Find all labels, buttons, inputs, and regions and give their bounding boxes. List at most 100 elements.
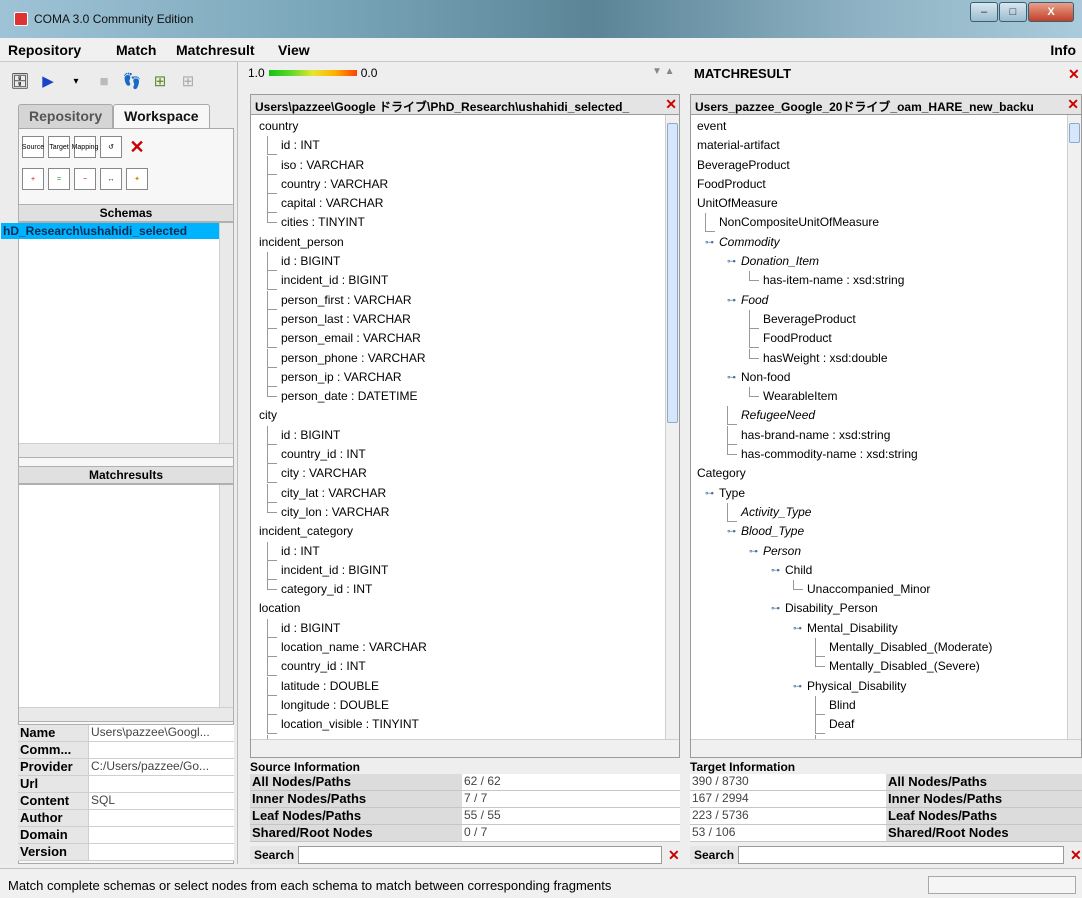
tree-node[interactable]: category_id : INT bbox=[251, 580, 679, 599]
target-hscroll[interactable] bbox=[691, 739, 1081, 757]
tree-node[interactable]: person_phone : VARCHAR bbox=[251, 348, 679, 368]
minimize-button[interactable]: – bbox=[970, 2, 998, 22]
tree-node[interactable]: country_id : INT bbox=[251, 657, 679, 677]
clear-source-search-icon[interactable]: ✕ bbox=[668, 847, 680, 864]
expand-node-icon[interactable]: ⊶ bbox=[727, 295, 736, 304]
tree-node[interactable]: id : BIGINT bbox=[251, 252, 679, 272]
schemas-hscroll[interactable] bbox=[19, 443, 233, 457]
tree-node[interactable]: longitude : DOUBLE bbox=[251, 695, 679, 715]
property-value[interactable] bbox=[88, 776, 234, 792]
source-vscroll[interactable] bbox=[665, 115, 679, 739]
delete-icon[interactable]: ✕ bbox=[126, 136, 148, 158]
menu-info[interactable]: Info bbox=[1050, 42, 1076, 58]
tree-node[interactable]: location bbox=[251, 599, 679, 618]
add-match-icon[interactable]: + bbox=[22, 168, 44, 190]
tree-node[interactable]: BeverageProduct bbox=[691, 309, 1081, 329]
tree-node[interactable]: ⊶ Type bbox=[691, 484, 1081, 503]
tree-node[interactable]: Blind bbox=[691, 695, 1081, 715]
tree-node[interactable]: person_first : VARCHAR bbox=[251, 290, 679, 310]
property-value[interactable] bbox=[88, 742, 234, 758]
tree-node[interactable]: id : BIGINT bbox=[251, 618, 679, 638]
tree-node[interactable]: Unaccompanied_Minor bbox=[691, 580, 1081, 599]
tree-node[interactable]: capital : VARCHAR bbox=[251, 194, 679, 214]
property-value[interactable]: C:/Users/pazzee/Go... bbox=[88, 759, 234, 775]
equal-match-icon[interactable]: = bbox=[48, 168, 70, 190]
property-value[interactable]: SQL bbox=[88, 793, 234, 809]
clear-target-search-icon[interactable]: ✕ bbox=[1070, 847, 1082, 864]
tree-node[interactable]: country : VARCHAR bbox=[251, 174, 679, 194]
tab-workspace[interactable]: Workspace bbox=[113, 104, 210, 128]
tree-node[interactable]: latitude : DOUBLE bbox=[251, 676, 679, 696]
tree-node[interactable]: location_name : VARCHAR bbox=[251, 638, 679, 658]
property-value[interactable] bbox=[88, 827, 234, 843]
tree-node[interactable]: incident_id : BIGINT bbox=[251, 271, 679, 291]
expand-node-icon[interactable]: ⊶ bbox=[727, 527, 736, 536]
tree-node[interactable]: person_email : VARCHAR bbox=[251, 329, 679, 349]
matchresults-vscroll[interactable] bbox=[219, 485, 233, 721]
tree-node[interactable]: incident_person bbox=[251, 233, 679, 252]
tree-node[interactable]: material-artifact bbox=[691, 136, 1081, 155]
tree-node[interactable]: iso : VARCHAR bbox=[251, 155, 679, 175]
database-icon[interactable]: 🗄 bbox=[8, 69, 32, 93]
tree-node[interactable]: FoodProduct bbox=[691, 329, 1081, 349]
tree-node[interactable]: Mentally_Disabled_(Moderate) bbox=[691, 638, 1081, 658]
mapping-icon[interactable]: Mapping bbox=[72, 136, 98, 158]
dropdown-arrow-icon[interactable]: ▾ bbox=[64, 69, 88, 93]
stop-icon[interactable]: ■ bbox=[92, 69, 116, 93]
tree-node[interactable]: ⊶ Child bbox=[691, 561, 1081, 580]
tree-node[interactable]: city_lon : VARCHAR bbox=[251, 502, 679, 522]
maximize-button[interactable]: □ bbox=[999, 2, 1027, 22]
schemas-vscroll[interactable] bbox=[219, 223, 233, 457]
property-value[interactable] bbox=[88, 810, 234, 826]
tree-node[interactable]: location_visible : TINYINT bbox=[251, 715, 679, 735]
expand-node-icon[interactable]: ⊶ bbox=[749, 546, 758, 555]
source-search-input[interactable] bbox=[298, 846, 663, 864]
expand-node-icon[interactable]: ⊶ bbox=[727, 372, 736, 381]
matchresults-hscroll[interactable] bbox=[19, 707, 233, 721]
menu-repository[interactable]: Repository bbox=[8, 42, 81, 58]
tree-node[interactable]: city : VARCHAR bbox=[251, 464, 679, 484]
tree-node[interactable]: ⊶ Person bbox=[691, 542, 1081, 561]
property-value[interactable]: Users\pazzee\Googl... bbox=[88, 725, 234, 741]
schema-list-item[interactable]: hD_Research\ushahidi_selected bbox=[1, 223, 233, 239]
tree-node[interactable]: hasWeight : xsd:double bbox=[691, 348, 1081, 368]
tab-repository[interactable]: Repository bbox=[18, 104, 114, 128]
tree-node[interactable]: NonCompositeUnitOfMeasure bbox=[691, 213, 1081, 233]
property-value[interactable] bbox=[88, 844, 234, 860]
close-window-button[interactable]: X bbox=[1028, 2, 1074, 22]
source-hscroll[interactable] bbox=[251, 739, 679, 757]
tree-node[interactable]: UnitOfMeasure bbox=[691, 194, 1081, 213]
target-vscroll[interactable] bbox=[1067, 115, 1081, 739]
expand-node-icon[interactable]: ⊶ bbox=[771, 565, 780, 574]
expand-node-icon[interactable]: ⊶ bbox=[705, 488, 714, 497]
tree-node[interactable]: country bbox=[251, 117, 679, 136]
tree-node[interactable]: id : BIGINT bbox=[251, 425, 679, 445]
tree-node[interactable]: city_lat : VARCHAR bbox=[251, 483, 679, 503]
tree-node[interactable]: city bbox=[251, 406, 679, 425]
close-target-icon[interactable]: ✕ bbox=[1067, 96, 1079, 113]
run-match-icon[interactable]: ▶ bbox=[36, 69, 60, 93]
minus-match-icon[interactable]: − bbox=[74, 168, 96, 190]
tree-node[interactable]: person_date : DATETIME bbox=[251, 387, 679, 406]
tree-node[interactable]: Category bbox=[691, 464, 1081, 483]
source-vscroll-thumb[interactable] bbox=[667, 123, 678, 423]
tree-node[interactable]: ⊶ Blood_Type bbox=[691, 522, 1081, 541]
tree-node[interactable]: country_id : INT bbox=[251, 445, 679, 465]
steps-icon[interactable]: 👣 bbox=[120, 69, 144, 93]
tree-node[interactable]: RefugeeNeed bbox=[691, 406, 1081, 426]
tree-node[interactable]: ⊶ Donation_Item bbox=[691, 252, 1081, 271]
close-matchresult-icon[interactable]: ✕ bbox=[1068, 66, 1080, 83]
tree-node[interactable]: has-item-name : xsd:string bbox=[691, 271, 1081, 290]
tree-node[interactable]: Mentally_Disabled_(Severe) bbox=[691, 657, 1081, 676]
tree-node[interactable]: BeverageProduct bbox=[691, 156, 1081, 175]
tree-node[interactable]: ⊶ Physical_Disability bbox=[691, 677, 1081, 696]
tree-node[interactable]: id : INT bbox=[251, 541, 679, 561]
tree-node[interactable]: has-brand-name : xsd:string bbox=[691, 425, 1081, 445]
tree-node[interactable]: person_last : VARCHAR bbox=[251, 309, 679, 329]
tree-node[interactable]: ⊶ Mental_Disability bbox=[691, 619, 1081, 638]
tree-node[interactable]: id : INT bbox=[251, 136, 679, 156]
tree-node[interactable]: incident_category bbox=[251, 522, 679, 541]
tree-node[interactable]: has-commodity-name : xsd:string bbox=[691, 445, 1081, 464]
tree-match-icon[interactable]: ⊞ bbox=[148, 69, 172, 93]
compose-match-icon[interactable]: ✦ bbox=[126, 168, 148, 190]
